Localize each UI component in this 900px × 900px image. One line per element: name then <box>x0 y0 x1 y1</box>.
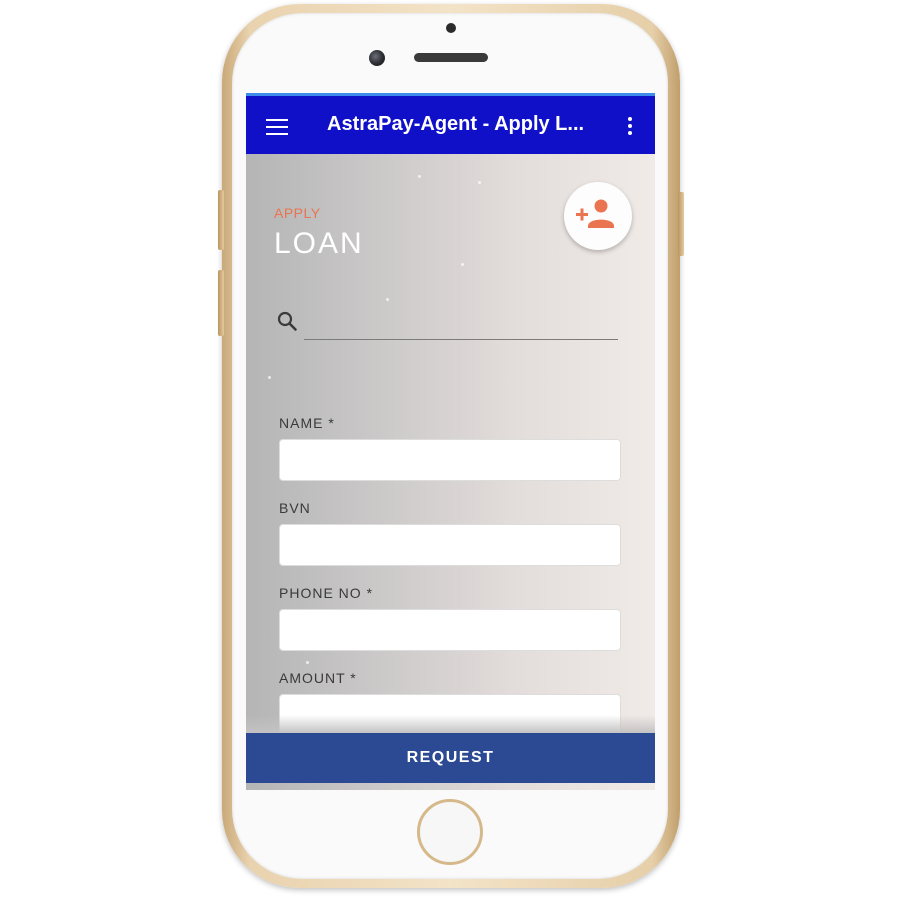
phone-no-field[interactable] <box>279 609 621 651</box>
page-title: LOAN <box>274 227 364 260</box>
name-label: NAME * <box>279 415 335 431</box>
app-screen: AstraPay-Agent - Apply L... APPLY LOAN N… <box>246 93 655 790</box>
proximity-sensor <box>446 23 456 33</box>
more-vertical-icon[interactable] <box>618 117 642 137</box>
bvn-field[interactable] <box>279 524 621 566</box>
background-speck <box>268 376 271 379</box>
phone-no-label: PHONE NO * <box>279 585 374 601</box>
page-kicker: APPLY <box>274 205 321 221</box>
app-bar: AstraPay-Agent - Apply L... <box>246 93 655 154</box>
bvn-label: BVN <box>279 500 311 516</box>
name-field[interactable] <box>279 439 621 481</box>
background-speck <box>386 298 389 301</box>
phone-side-button <box>218 270 224 336</box>
background-speck <box>306 661 309 664</box>
add-person-icon <box>576 199 614 228</box>
front-camera <box>369 50 385 66</box>
background-speck <box>461 263 464 266</box>
add-person-button[interactable] <box>564 182 632 250</box>
hamburger-menu-icon[interactable] <box>266 119 288 135</box>
app-bar-title: AstraPay-Agent - Apply L... <box>327 113 585 135</box>
search-input[interactable] <box>304 306 618 340</box>
scroll-fade <box>246 715 655 733</box>
phone-side-button <box>218 190 224 250</box>
home-button[interactable] <box>417 799 483 865</box>
phone-side-button <box>678 192 684 256</box>
earpiece-speaker <box>414 53 488 62</box>
amount-label: AMOUNT * <box>279 670 357 686</box>
search-icon <box>277 311 297 331</box>
request-button[interactable]: REQUEST <box>246 733 655 783</box>
background-speck <box>478 181 481 184</box>
background-speck <box>418 175 421 178</box>
